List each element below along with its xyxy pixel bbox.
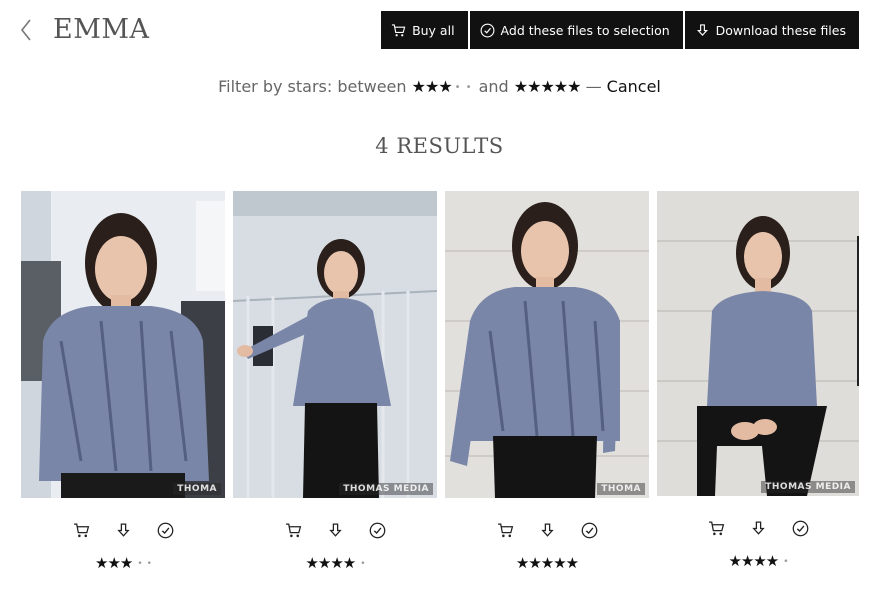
star-filled-icon[interactable]: ★ bbox=[766, 552, 779, 570]
star-filled-icon[interactable]: ★ bbox=[107, 554, 120, 572]
star-filled-icon[interactable]: ★ bbox=[566, 554, 579, 572]
cart-icon[interactable] bbox=[497, 522, 514, 539]
watermark: THOMAS MEDIA bbox=[339, 483, 433, 495]
add-to-selection-label: Add these files to selection bbox=[500, 22, 670, 38]
photo-card: THOMAS MEDIA ★★★★ • bbox=[657, 191, 859, 570]
star-filled-icon[interactable]: ★ bbox=[541, 554, 554, 572]
portrait-image bbox=[21, 191, 225, 498]
cart-icon bbox=[392, 23, 406, 36]
filter-dash: — bbox=[585, 77, 602, 96]
star-filled-icon[interactable]: ★ bbox=[728, 552, 741, 570]
star-filled-icon[interactable]: ★ bbox=[554, 77, 568, 96]
star-rating[interactable]: ★★★★ • bbox=[657, 552, 859, 570]
buy-all-button[interactable]: Buy all bbox=[381, 11, 468, 49]
star-filter: Filter by stars: between ★★★ • • and ★★★★★… bbox=[0, 77, 879, 96]
filter-to-stars[interactable]: ★★★★★ bbox=[514, 77, 582, 96]
photo-thumbnail[interactable]: THOMAS MEDIA bbox=[233, 191, 437, 498]
filter-from-stars[interactable]: ★★★ • • bbox=[412, 77, 474, 96]
star-filled-icon[interactable]: ★ bbox=[438, 77, 452, 96]
download-icon[interactable] bbox=[115, 522, 132, 539]
photo-actions bbox=[21, 522, 225, 539]
cancel-filter-link[interactable]: Cancel bbox=[607, 77, 661, 96]
star-filled-icon[interactable]: ★ bbox=[741, 552, 754, 570]
star-empty-dot[interactable]: • bbox=[466, 82, 472, 93]
download-icon[interactable] bbox=[539, 522, 556, 539]
star-filled-icon[interactable]: ★ bbox=[343, 554, 356, 572]
star-filled-icon[interactable]: ★ bbox=[318, 554, 331, 572]
star-filled-icon[interactable]: ★ bbox=[567, 77, 581, 96]
cart-icon[interactable] bbox=[708, 520, 725, 537]
download-files-label: Download these files bbox=[715, 22, 846, 38]
star-filled-icon[interactable]: ★ bbox=[527, 77, 541, 96]
top-bar: EMMA Buy all Add these files to selectio… bbox=[0, 0, 879, 62]
star-empty-dot[interactable]: • bbox=[147, 559, 152, 569]
star-filled-icon[interactable]: ★ bbox=[425, 77, 439, 96]
download-files-button[interactable]: Download these files bbox=[684, 11, 859, 49]
check-circle-icon[interactable] bbox=[157, 522, 174, 539]
star-empty-dot[interactable]: • bbox=[137, 559, 142, 569]
filter-prefix: Filter by stars: between bbox=[218, 77, 407, 96]
watermark: THOMAS MEDIA bbox=[761, 481, 855, 493]
filter-and: and bbox=[478, 77, 509, 96]
buy-all-label: Buy all bbox=[412, 22, 455, 38]
download-icon bbox=[696, 23, 708, 36]
star-rating[interactable]: ★★★ • • bbox=[21, 554, 225, 572]
star-filled-icon[interactable]: ★ bbox=[553, 554, 566, 572]
star-filled-icon[interactable]: ★ bbox=[528, 554, 541, 572]
star-filled-icon[interactable]: ★ bbox=[95, 554, 108, 572]
check-circle-icon bbox=[480, 23, 494, 37]
photo-actions bbox=[657, 520, 859, 537]
photo-actions bbox=[233, 522, 437, 539]
results-count: 4 RESULTS bbox=[375, 134, 504, 158]
star-filled-icon[interactable]: ★ bbox=[305, 554, 318, 572]
star-filled-icon[interactable]: ★ bbox=[753, 552, 766, 570]
photo-thumbnail[interactable]: THOMA bbox=[21, 191, 225, 498]
portrait-image bbox=[445, 191, 649, 498]
action-buttons: Buy all Add these files to selection Dow… bbox=[381, 11, 859, 49]
star-empty-dot[interactable]: • bbox=[783, 557, 788, 567]
star-empty-dot[interactable]: • bbox=[360, 559, 365, 569]
cart-icon[interactable] bbox=[73, 522, 90, 539]
star-filled-icon[interactable]: ★ bbox=[540, 77, 554, 96]
star-filled-icon[interactable]: ★ bbox=[330, 554, 343, 572]
add-to-selection-button[interactable]: Add these files to selection bbox=[469, 11, 683, 49]
photo-thumbnail[interactable]: THOMA bbox=[445, 191, 649, 498]
photo-card: THOMA ★★★ • • bbox=[21, 191, 225, 572]
cart-icon[interactable] bbox=[285, 522, 302, 539]
star-filled-icon[interactable]: ★ bbox=[412, 77, 426, 96]
check-circle-icon[interactable] bbox=[581, 522, 598, 539]
check-circle-icon[interactable] bbox=[792, 520, 809, 537]
star-rating[interactable]: ★★★★ • bbox=[233, 554, 437, 572]
portrait-image bbox=[657, 191, 859, 496]
check-circle-icon[interactable] bbox=[369, 522, 386, 539]
watermark: THOMA bbox=[173, 483, 221, 495]
photo-card: THOMAS MEDIA ★★★★ • bbox=[233, 191, 437, 572]
star-filled-icon[interactable]: ★ bbox=[120, 554, 133, 572]
star-filled-icon[interactable]: ★ bbox=[516, 554, 529, 572]
photo-thumbnail[interactable]: THOMAS MEDIA bbox=[657, 191, 859, 496]
star-rating[interactable]: ★★★★★ bbox=[445, 554, 649, 572]
portrait-image bbox=[233, 191, 437, 498]
download-icon[interactable] bbox=[327, 522, 344, 539]
page-title: EMMA bbox=[53, 14, 150, 45]
back-chevron-icon[interactable] bbox=[18, 17, 34, 43]
photo-actions bbox=[445, 522, 649, 539]
star-filled-icon[interactable]: ★ bbox=[514, 77, 528, 96]
download-icon[interactable] bbox=[750, 520, 767, 537]
star-empty-dot[interactable]: • bbox=[455, 82, 461, 93]
photo-card: THOMA ★★★★★ bbox=[445, 191, 649, 572]
watermark: THOMA bbox=[597, 483, 645, 495]
